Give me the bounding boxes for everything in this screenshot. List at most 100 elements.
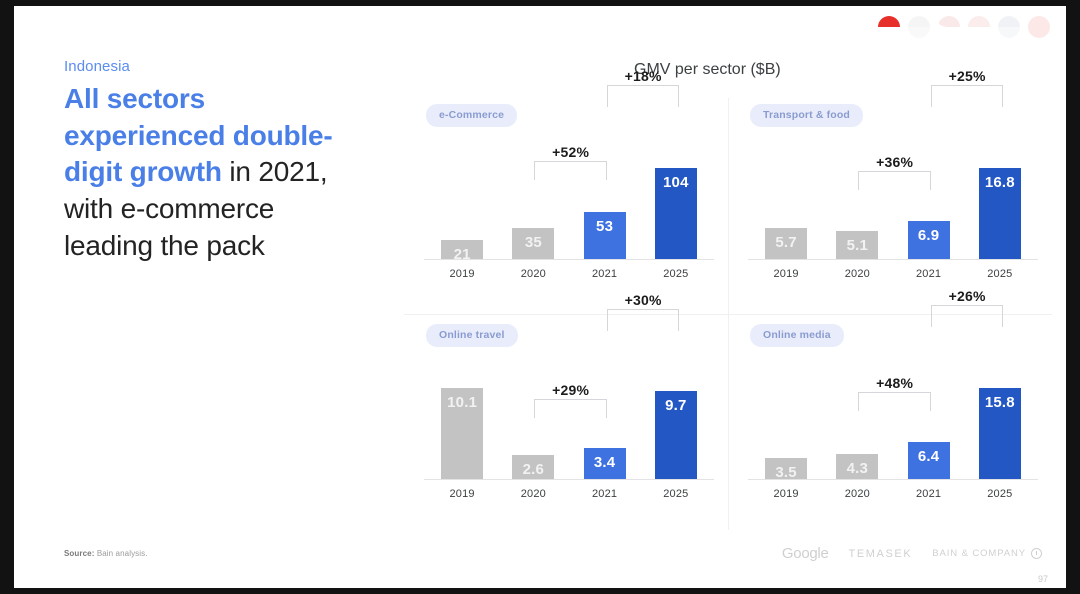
growth-rate-label: +36% [876, 154, 914, 171]
source-value: Bain analysis. [94, 549, 148, 558]
bar-column[interactable]: 10.1 2019 [432, 322, 492, 500]
x-axis-tick-label: 2020 [844, 267, 870, 280]
bar[interactable]: 53 [583, 212, 626, 259]
bar-value-label: 3.4 [593, 453, 616, 471]
flag-singapore-icon[interactable] [968, 16, 990, 38]
bar-column[interactable]: 15.8 2025 [970, 322, 1030, 500]
flag-philippines-icon[interactable] [938, 16, 960, 38]
bar-column[interactable]: 5.1 2020 [827, 102, 887, 280]
x-axis-tick-label: 2021 [591, 267, 618, 280]
x-axis-tick-label: 2020 [520, 487, 546, 500]
x-axis-tick-label: 2019 [773, 267, 799, 280]
bain-company-logo: BAIN & COMPANY [932, 548, 1042, 559]
bar[interactable]: 6.4 [907, 441, 950, 479]
partner-logo-row: Google TEMASEK BAIN & COMPANY [782, 545, 1042, 562]
bar[interactable]: 21 [441, 240, 484, 262]
bar-value-label: 5.7 [775, 233, 797, 251]
bar-column[interactable]: 9.7 2025 [646, 322, 706, 500]
flag-top-band [968, 16, 990, 27]
bar[interactable]: 10.1 [441, 387, 484, 479]
bar-value-label: 35 [524, 233, 542, 251]
flag-malaysia-icon[interactable] [908, 16, 930, 38]
bar-value-label: 9.7 [665, 397, 687, 415]
bar-value-label: 16.8 [984, 173, 1015, 191]
bar-column[interactable]: 3.4 2021 [574, 322, 634, 500]
plot-area: 10.1 2019 2.6 2020 3.4 2021 9.7 2025 +29% +30% [424, 292, 714, 502]
headline-block: Indonesia All sectors experienced double… [64, 58, 364, 264]
flag-indonesia-icon[interactable] [878, 16, 900, 38]
flag-top-band [938, 16, 960, 27]
bar-value-label: 4.3 [846, 459, 869, 477]
bar[interactable]: 35 [512, 227, 555, 259]
x-axis-tick-label: 2020 [844, 487, 870, 500]
flag-vietnam-icon[interactable] [1028, 16, 1050, 38]
chart-panel-online-travel: Online travel 10.1 2019 2.6 2020 3.4 2021 9.7 20… [404, 292, 728, 534]
bar-value-label: 104 [663, 173, 689, 191]
flag-bottom-band [938, 27, 960, 38]
x-axis-tick-label: 2019 [449, 267, 475, 280]
x-axis-tick-label: 2025 [987, 267, 1013, 280]
growth-rate-label: +29% [552, 382, 590, 399]
chart-panel-online-media: Online media 3.5 2019 4.3 2020 6.4 2021 15.8 202… [728, 288, 1052, 534]
x-axis-tick-label: 2021 [591, 487, 618, 500]
x-axis-tick-label: 2025 [987, 487, 1013, 500]
x-axis-tick-label: 2025 [663, 267, 689, 280]
plot-area: 3.5 2019 4.3 2020 6.4 2021 15.8 2025 +48% +26% [748, 288, 1038, 502]
bar[interactable]: 9.7 [654, 391, 697, 479]
growth-rate-label: +18% [624, 68, 662, 85]
source-note: Source: Bain analysis. [64, 549, 148, 558]
x-axis-tick-label: 2019 [773, 487, 799, 500]
x-axis-line [424, 478, 714, 480]
flag-bottom-band [1028, 27, 1050, 38]
bar-column[interactable]: 3.5 2019 [756, 322, 816, 500]
bar[interactable]: 5.7 [765, 227, 808, 259]
bar[interactable]: 6.9 [907, 221, 950, 259]
country-selector-strip[interactable] [878, 16, 1050, 38]
bar-value-label: 53 [596, 218, 614, 236]
flag-bottom-band [908, 27, 930, 38]
bar[interactable]: 3.4 [583, 447, 626, 479]
bar[interactable]: 5.1 [836, 230, 879, 259]
bar[interactable]: 4.3 [836, 453, 879, 479]
bar-column[interactable]: 4.3 2020 [827, 322, 887, 500]
growth-rate-label: +30% [624, 292, 662, 309]
bar-column[interactable]: 104 2025 [646, 102, 706, 280]
page-number: 97 [1037, 574, 1048, 584]
flag-top-band [878, 16, 900, 27]
page-title: All sectors experienced double-digit gro… [64, 81, 364, 264]
bar-series: 3.5 2019 4.3 2020 6.4 2021 15.8 2025 [756, 322, 1030, 500]
flag-top-band [908, 16, 930, 27]
bar[interactable]: 3.5 [765, 458, 808, 482]
plot-area: 5.7 2019 5.1 2020 6.9 2021 16.8 2025 +36% +25% [748, 68, 1038, 282]
bar-column[interactable]: 53 2021 [574, 102, 634, 280]
country-label: Indonesia [64, 58, 130, 75]
bar-column[interactable]: 21 2019 [432, 102, 492, 280]
bar[interactable]: 104 [654, 167, 697, 259]
flag-thailand-icon[interactable] [998, 16, 1020, 38]
google-logo: Google [781, 545, 829, 562]
bar[interactable]: 2.6 [512, 455, 555, 479]
x-axis-tick-label: 2025 [663, 487, 689, 500]
x-axis-tick-label: 2021 [915, 487, 942, 500]
x-axis-tick-label: 2020 [520, 267, 546, 280]
slide-canvas: Indonesia All sectors experienced double… [14, 6, 1066, 588]
flag-bottom-band [878, 27, 900, 38]
growth-rate-label: +48% [876, 375, 914, 392]
bar[interactable]: 16.8 [978, 167, 1021, 259]
bain-clock-icon [1031, 548, 1042, 559]
bar-column[interactable]: 16.8 2025 [970, 102, 1030, 280]
flag-bottom-band [968, 27, 990, 38]
bar-column[interactable]: 6.4 2021 [898, 322, 958, 500]
bar-value-label: 10.1 [447, 393, 478, 411]
bar-value-label: 3.5 [775, 464, 797, 482]
chart-panel-transport-food: Transport & food 5.7 2019 5.1 2020 6.9 2021 16.… [728, 68, 1052, 314]
bar-column[interactable]: 2.6 2020 [503, 322, 563, 500]
bar-value-label: 15.8 [984, 393, 1015, 411]
bar[interactable]: 15.8 [978, 387, 1021, 479]
bar-column[interactable]: 6.9 2021 [898, 102, 958, 280]
bar-column[interactable]: 5.7 2019 [756, 102, 816, 280]
growth-rate-label: +26% [948, 288, 986, 305]
plot-area: 21 2019 35 2020 53 2021 104 2025 +52% +18% [424, 68, 714, 282]
bar-column[interactable]: 35 2020 [503, 102, 563, 280]
bar-series: 5.7 2019 5.1 2020 6.9 2021 16.8 2025 [756, 102, 1030, 280]
